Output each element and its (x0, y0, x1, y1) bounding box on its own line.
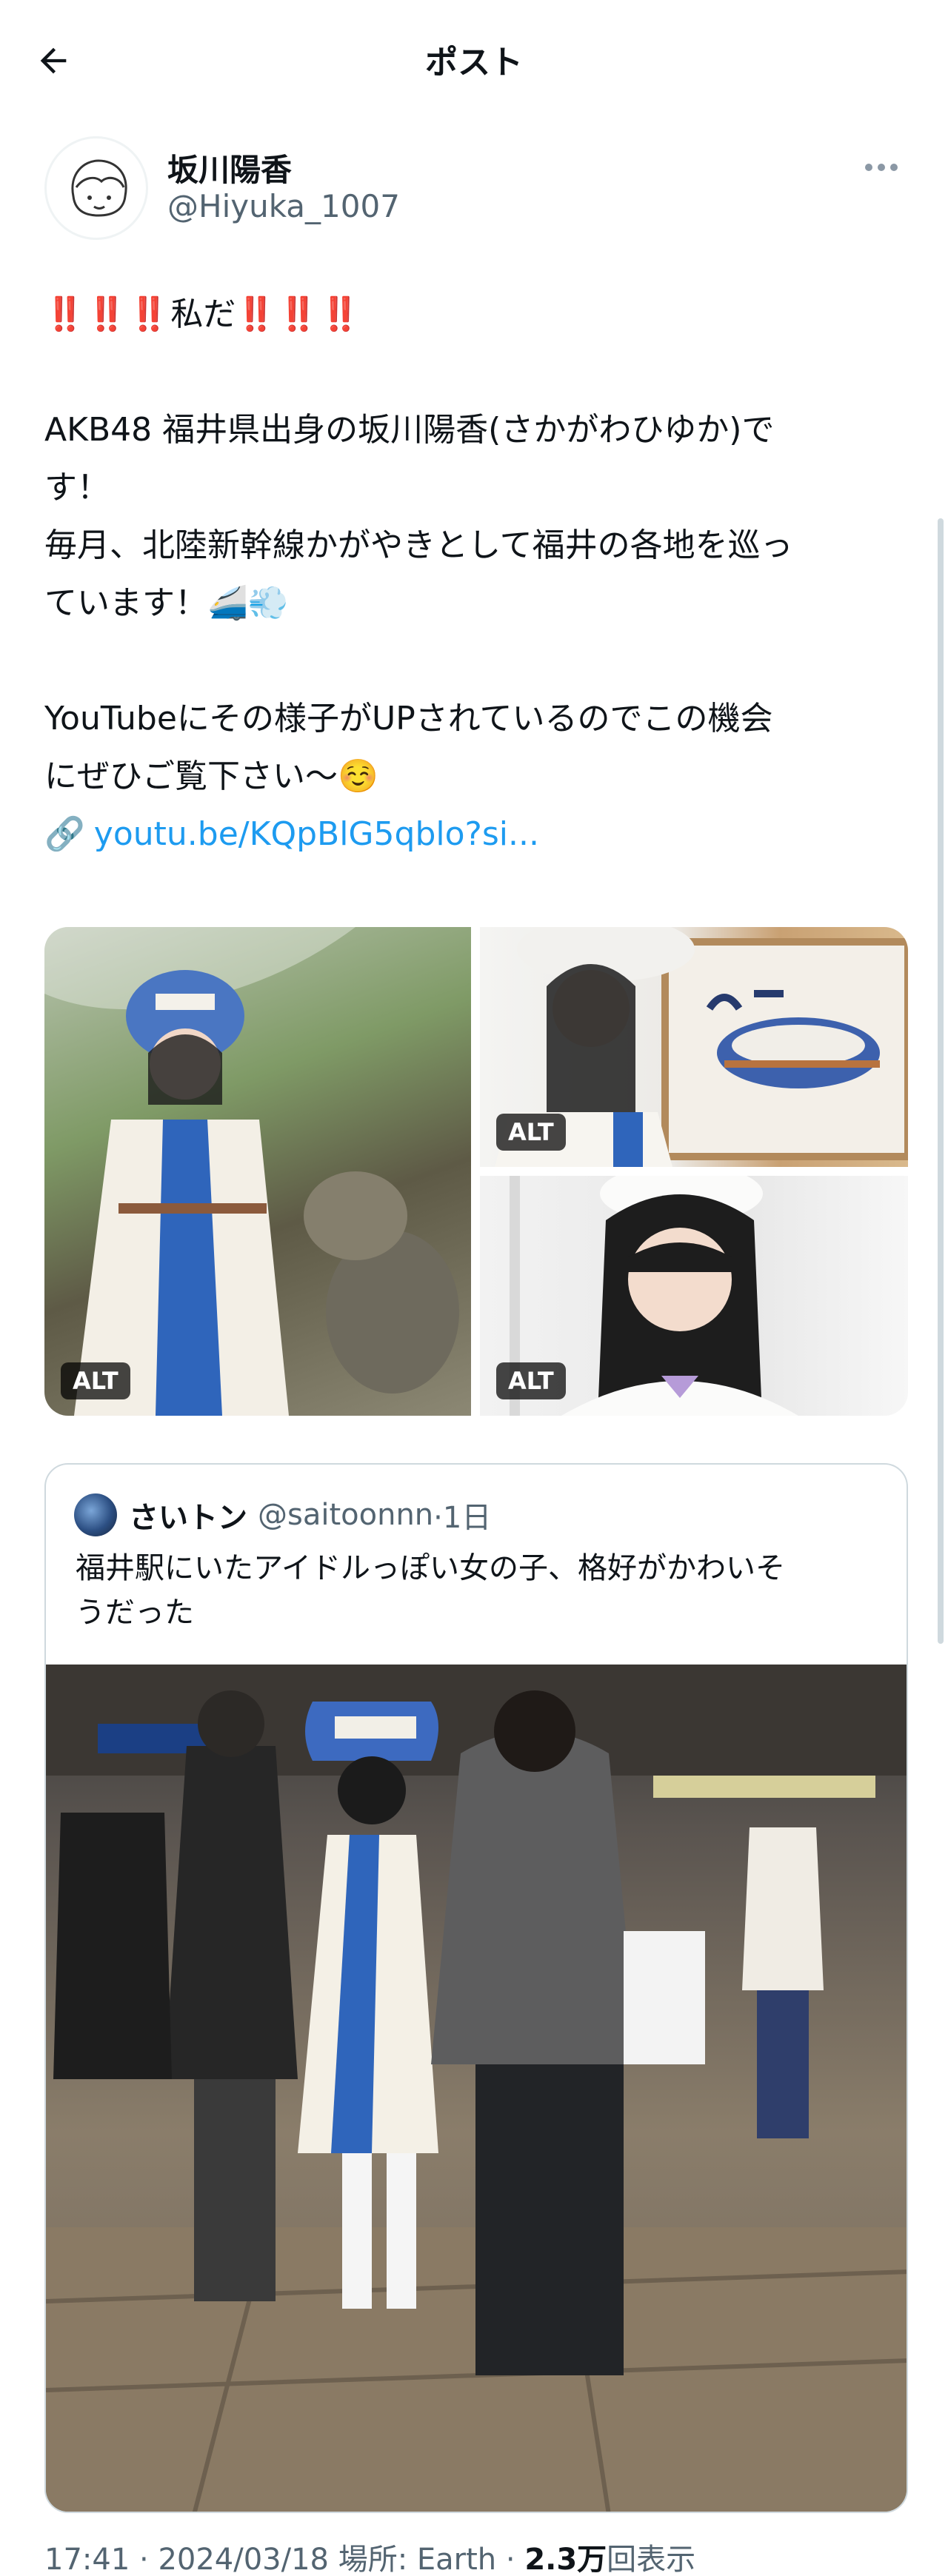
alt-badge[interactable]: ALT (496, 1114, 566, 1151)
link-icon: 🔗 (44, 815, 85, 853)
photo-selfie[interactable]: ALT (480, 1176, 908, 1416)
view-label: 回表示 (607, 2543, 696, 2576)
view-count: 2.3万 (524, 2543, 607, 2576)
post-date[interactable]: 2024/03/18 (158, 2543, 329, 2576)
tweet-line: 毎月、北陸新幹線かがやきとして福井の各地を巡っ (44, 526, 793, 564)
tweet-text-segment: 私だ (170, 295, 236, 333)
youtube-link[interactable]: youtu.be/KQpBlG5qblo?si... (94, 806, 539, 863)
tweet-line: ‼️‼️‼️私だ‼️‼️‼️ (44, 286, 918, 344)
quoted-author-name[interactable]: さいトン (129, 1493, 247, 1536)
exclamation-icon: ‼️‼️‼️ (44, 295, 171, 333)
alt-badge[interactable]: ALT (496, 1362, 566, 1399)
quoted-post-header: さいトン @saitoonnn ·1日 (74, 1493, 491, 1537)
more-options-button[interactable] (859, 153, 904, 182)
post-author: 坂川陽香 @Hiyuka_1007 (44, 133, 904, 244)
quoted-text-line: 福井駅にいたアイドルっぽい女の子、格好がかわいそ (76, 1551, 785, 1585)
quoted-text-line: うだった (76, 1596, 194, 1630)
more-dots-icon (865, 164, 898, 171)
exclamation-icon: ‼️‼️‼️ (236, 295, 362, 333)
page-title: ポスト (425, 44, 523, 81)
author-handle[interactable]: @Hiyuka_1007 (167, 188, 400, 224)
post-time[interactable]: 17:41 (44, 2543, 130, 2576)
quoted-post[interactable]: さいトン @saitoonnn ·1日 福井駅にいたアイドルっぽい女の子、格好が… (44, 1463, 908, 2513)
quoted-post-time: ·1日 (433, 1501, 492, 1535)
photo-illustration (46, 1665, 907, 2512)
avatar-drawing-icon (71, 159, 127, 217)
photo-umbrella-garden[interactable]: ALT (44, 927, 471, 1416)
top-bar: ポスト (0, 0, 948, 118)
avatar[interactable] (44, 136, 148, 240)
photo-shinkansen-art[interactable]: ALT (480, 927, 908, 1167)
tweet-line: す！ (44, 469, 110, 506)
media-grid: ALT ALT ALT (44, 927, 908, 1416)
tweet-line: ています！🚄💨 (44, 584, 289, 622)
post-location: 場所: Earth · (328, 2543, 525, 2576)
tweet-line: にぜひご覧下さい〜☺️ (44, 757, 378, 795)
tweet-body: ‼️‼️‼️私だ‼️‼️‼️ AKB48 福井県出身の坂川陽香(さかがわひゆか)… (44, 286, 918, 863)
link-row: 🔗 youtu.be/KQpBlG5qblo?si... (44, 806, 918, 863)
quoted-post-text: 福井駅にいたアイドルっぽい女の子、格好がかわいそ うだった (76, 1546, 883, 1635)
post-meta: 17:41 · 2024/03/18 場所: Earth · 2.3万回表示 (44, 2543, 696, 2576)
scrollbar[interactable] (938, 518, 944, 1644)
photo-station-crowd[interactable] (46, 1665, 907, 2512)
tweet-line: YouTubeにその様子がUPされているのでこの機会 (44, 700, 773, 737)
author-name[interactable]: 坂川陽香 (167, 145, 292, 190)
tweet-line: AKB48 福井県出身の坂川陽香(さかがわひゆか)で (44, 411, 775, 449)
quoted-author-handle[interactable]: @saitoonnn (258, 1498, 433, 1532)
alt-badge[interactable]: ALT (61, 1362, 130, 1399)
photo-illustration (44, 927, 459, 1416)
avatar[interactable] (74, 1493, 117, 1536)
